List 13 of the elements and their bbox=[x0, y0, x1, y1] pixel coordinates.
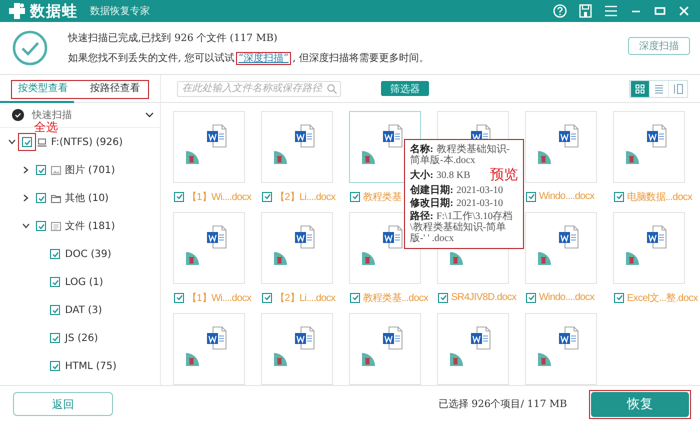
scan-mode-label: 快速扫描 bbox=[32, 108, 72, 121]
preview-field: 修改日期: 2021-03-10 bbox=[410, 198, 518, 209]
deep-scan-hint: 如果您找不到丢失的文件, 您可以试试 “深度扫描” , 但深度扫描将需要更多时间。 bbox=[68, 52, 429, 65]
app-name: 数据蛙 bbox=[30, 2, 78, 20]
preview-field: 大小: 30.8 KB bbox=[410, 170, 470, 181]
preview-field: 路径: F:\1工作\3.10存档\教程类基础知识-简单版-' ' .docx bbox=[410, 211, 518, 244]
annotation-text: 预览 bbox=[490, 168, 518, 183]
app-subtitle: 数据恢复专家 bbox=[90, 4, 150, 18]
annotation-text: 全选 bbox=[34, 121, 58, 134]
preview-field: 名称: 教程类基础知识-简单版-本.docx bbox=[410, 144, 518, 166]
selection-status: 已选择 926个项目/ 117 MB bbox=[438, 398, 567, 411]
scan-status-text: 快速扫描已完成,已找到 926 个文件 (117 MB) bbox=[68, 32, 278, 45]
preview-field: 创建日期: 2021-03-10 bbox=[410, 185, 518, 196]
